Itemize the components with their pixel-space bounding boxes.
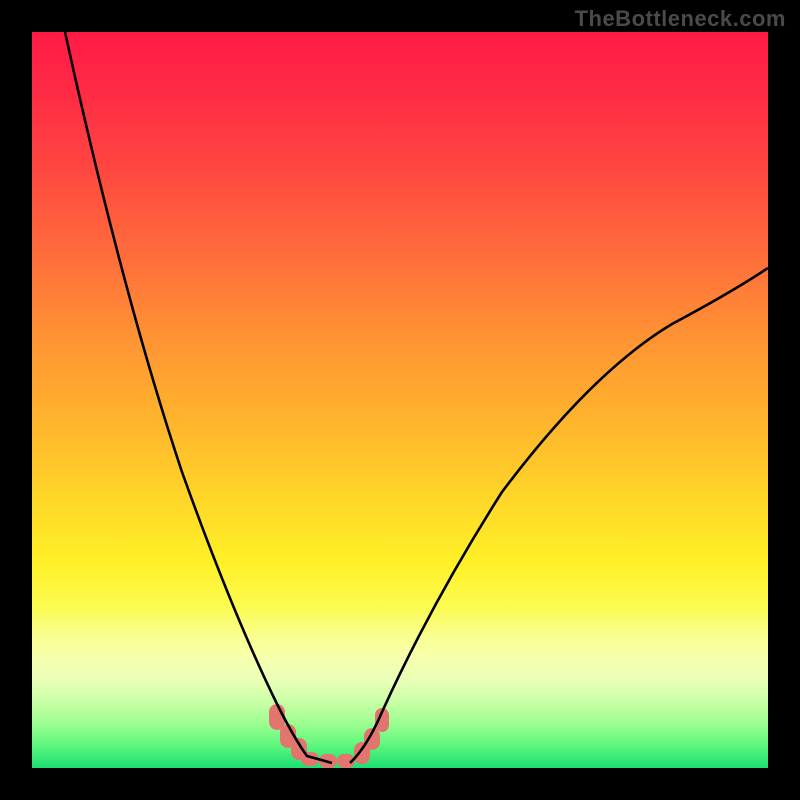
watermark-text: TheBottleneck.com [575, 6, 786, 32]
plot-area [32, 32, 768, 768]
curve-left-branch [65, 32, 332, 763]
curve-right-branch [350, 268, 768, 763]
chart-root: TheBottleneck.com [0, 0, 800, 800]
curve-overlay [32, 32, 768, 768]
